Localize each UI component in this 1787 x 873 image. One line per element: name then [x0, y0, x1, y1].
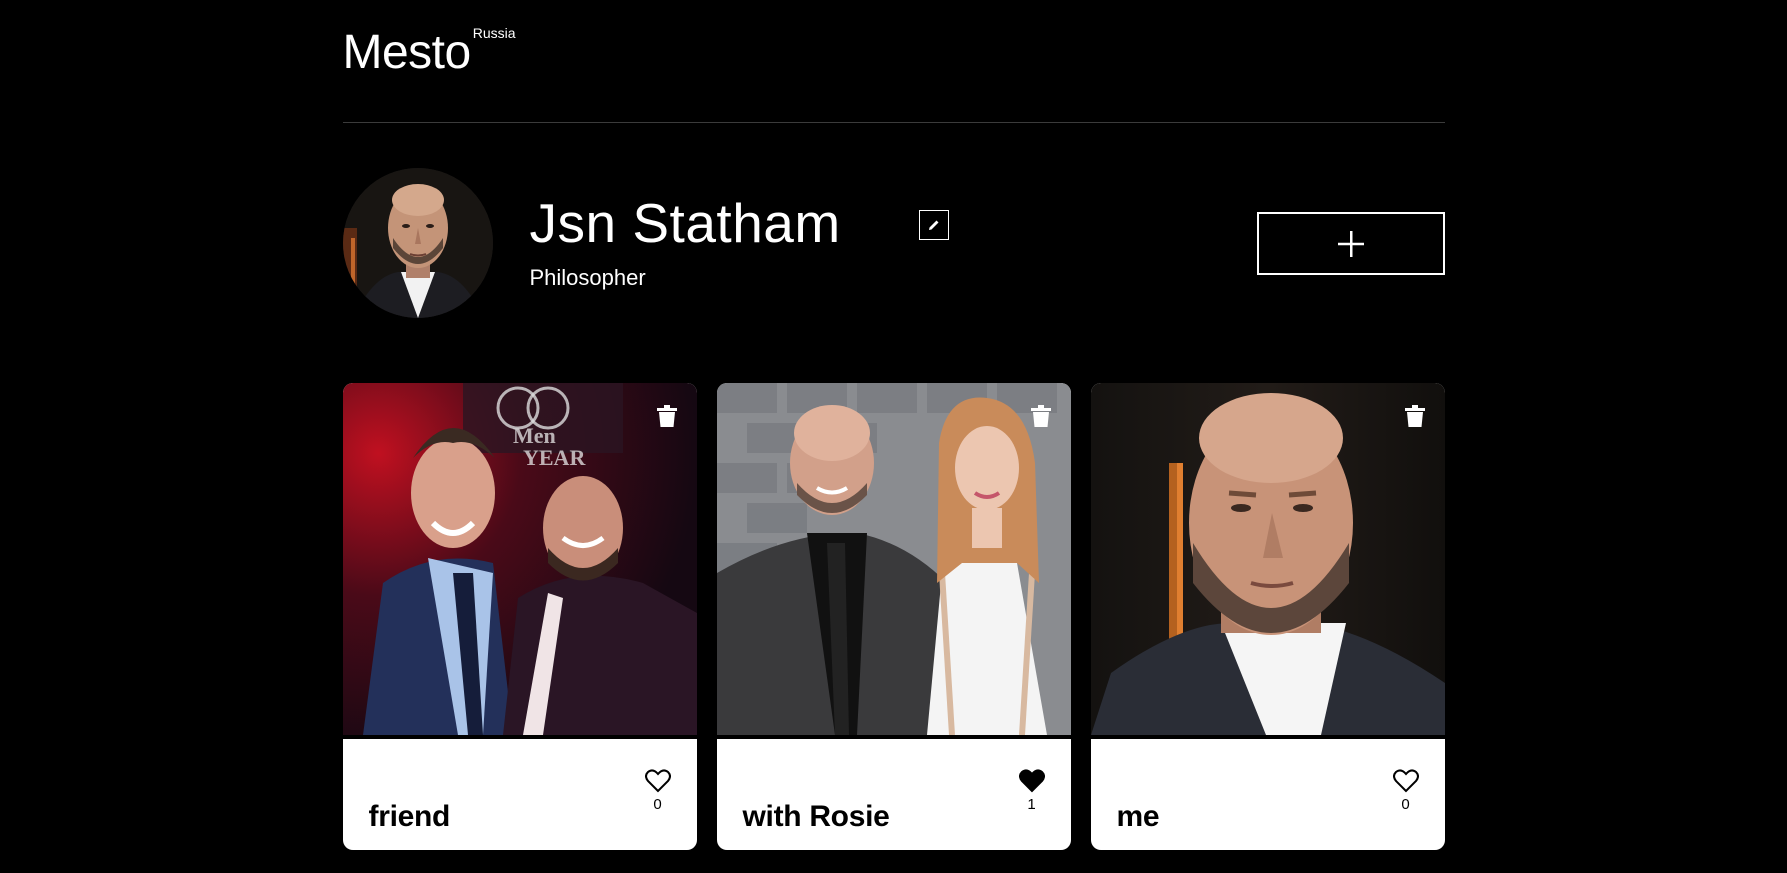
profile-info: Jsn Statham Philosopher	[530, 193, 841, 291]
avatar[interactable]	[342, 168, 493, 318]
cards-grid: Men YEAR friend 0 with Rosie 1 me 0	[342, 383, 1445, 850]
card-footer: friend 0	[343, 739, 697, 850]
like-count: 0	[1401, 796, 1410, 813]
avatar-photo	[342, 168, 493, 318]
profile-job: Philosopher	[529, 265, 646, 290]
card-photo-with-rosie	[716, 383, 1071, 735]
like-group: 1	[1018, 769, 1045, 814]
plus-icon	[1337, 230, 1364, 257]
trash-icon	[1030, 405, 1051, 427]
card-footer: me 0	[1091, 739, 1445, 850]
card: with Rosie 1	[716, 383, 1071, 850]
card-title: with Rosie	[742, 799, 890, 833]
like-group: 0	[1392, 769, 1419, 814]
like-button[interactable]	[644, 769, 671, 793]
add-card-button[interactable]	[1256, 212, 1445, 275]
card-image[interactable]	[716, 383, 1071, 735]
card-photo-friend: Men YEAR	[342, 383, 697, 735]
trash-icon	[656, 405, 677, 427]
like-group: 0	[644, 769, 671, 814]
profile-name: Jsn Statham	[529, 192, 841, 254]
heart-outline-icon	[1392, 769, 1419, 793]
delete-card-button[interactable]	[1030, 405, 1051, 427]
logo-superscript: Russia	[472, 25, 516, 41]
card-title: me	[1116, 799, 1160, 833]
edit-profile-button[interactable]	[918, 210, 949, 240]
card-title: friend	[368, 799, 451, 833]
card: Men YEAR friend 0	[342, 383, 697, 850]
page: Mesto Russia Jsn Statham Philosopher Men…	[342, 0, 1445, 850]
heart-outline-icon	[644, 769, 671, 793]
header: Mesto Russia	[342, 0, 1445, 123]
logo-text: Mesto	[342, 26, 472, 79]
card-footer: with Rosie 1	[717, 739, 1071, 850]
logo: Mesto Russia	[343, 24, 516, 82]
card-photo-me	[1090, 383, 1445, 735]
card-image[interactable]: Men YEAR	[342, 383, 697, 735]
like-button[interactable]	[1392, 769, 1419, 793]
card: me 0	[1090, 383, 1445, 850]
delete-card-button[interactable]	[656, 405, 677, 427]
delete-card-button[interactable]	[1404, 405, 1425, 427]
heart-filled-icon	[1018, 769, 1045, 793]
photo-sign-text: YEAR	[523, 445, 586, 470]
like-count: 1	[1027, 796, 1036, 813]
card-image[interactable]	[1090, 383, 1445, 735]
pencil-icon	[928, 220, 938, 230]
like-count: 0	[653, 796, 662, 813]
like-button[interactable]	[1018, 769, 1045, 793]
trash-icon	[1404, 405, 1425, 427]
profile: Jsn Statham Philosopher	[342, 123, 1445, 383]
